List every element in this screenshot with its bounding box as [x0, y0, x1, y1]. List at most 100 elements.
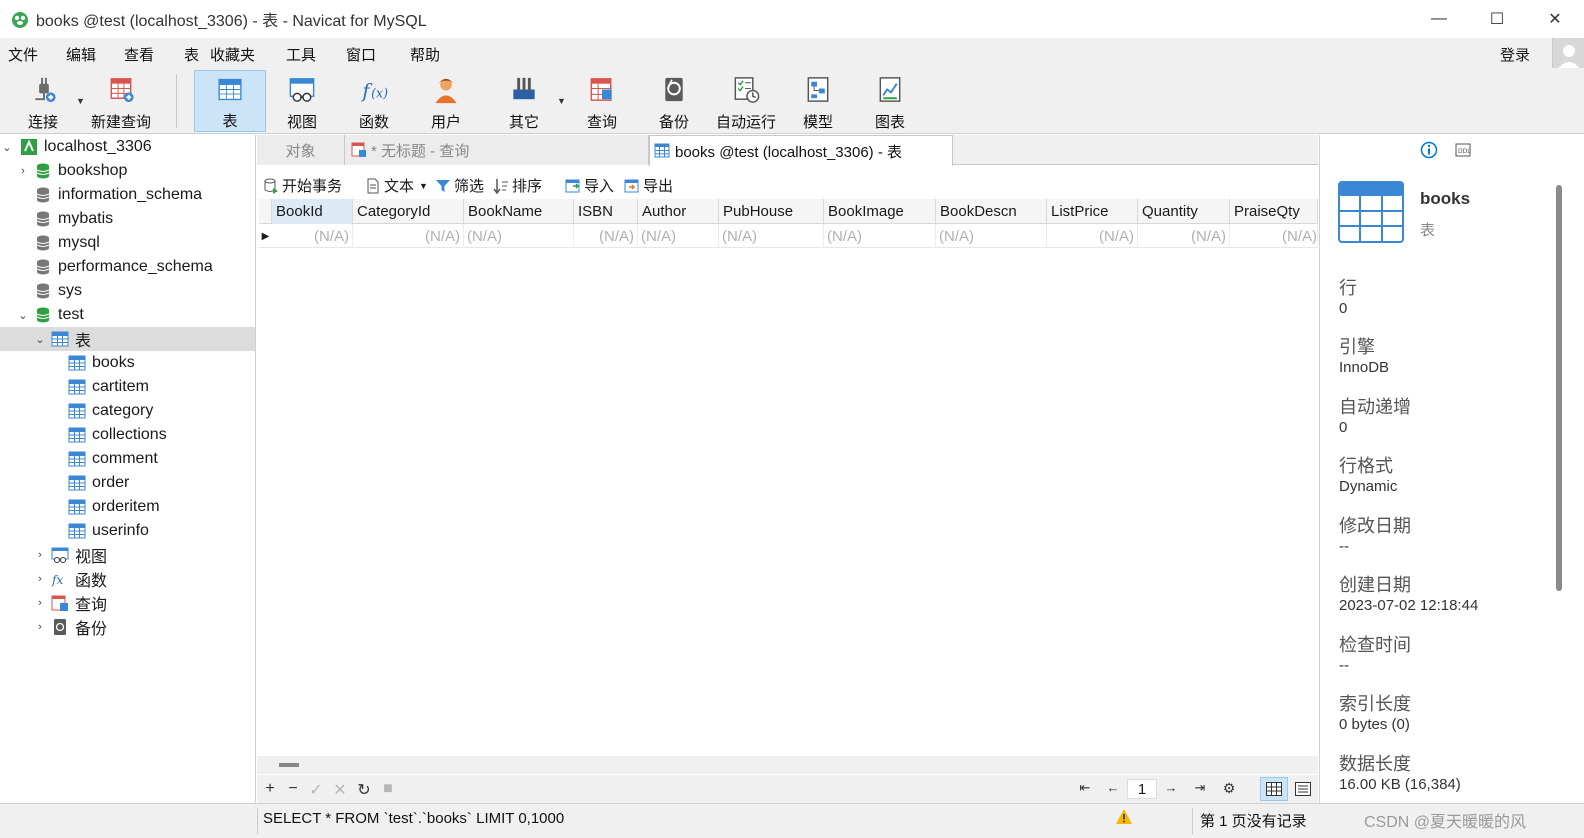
tree-db-mybatis[interactable]: mybatis	[0, 207, 255, 231]
vertical-scrollbar[interactable]	[1556, 185, 1562, 591]
column-header-quantity[interactable]: Quantity	[1138, 199, 1230, 224]
minimize-button[interactable]: —	[1410, 0, 1468, 38]
backup-button[interactable]: 备份	[640, 70, 708, 132]
tree-table-collections[interactable]: collections	[0, 423, 255, 447]
tree-db-test[interactable]: ⌄ test	[0, 303, 255, 327]
grid-cell[interactable]: (N/A)	[824, 224, 936, 248]
last-page-icon[interactable]: ⇥	[1191, 780, 1209, 796]
warning-icon[interactable]	[1115, 808, 1133, 826]
tree-table-category[interactable]: category	[0, 399, 255, 423]
tree-connection-localhost[interactable]: ⌄ localhost_3306	[0, 135, 255, 159]
ddl-icon[interactable]: DDL	[1454, 141, 1472, 159]
filter-button[interactable]: 筛选	[435, 175, 484, 196]
grid-cell[interactable]: (N/A)	[1230, 224, 1318, 248]
connect-dropdown-icon[interactable]: ▼	[76, 96, 85, 106]
column-header-author[interactable]: Author	[638, 199, 719, 224]
grid-cell[interactable]: (N/A)	[719, 224, 824, 248]
refresh-icon[interactable]: ↻	[355, 780, 373, 800]
grid-cell[interactable]: (N/A)	[353, 224, 464, 248]
tree-db-bookshop[interactable]: › bookshop	[0, 159, 255, 183]
chart-button[interactable]: 图表	[856, 70, 924, 132]
tab-books-table[interactable]: books @test (localhost_3306) - 表	[649, 135, 953, 166]
others-button[interactable]: 其它	[490, 70, 558, 132]
grid-view-button[interactable]	[1260, 777, 1288, 801]
tree-table-comment[interactable]: comment	[0, 447, 255, 471]
delete-record-icon[interactable]: −	[284, 780, 302, 798]
text-dropdown-icon[interactable]: ▼	[419, 181, 428, 191]
chevron-down-icon[interactable]: ⌄	[0, 141, 14, 154]
column-header-isbn[interactable]: ISBN	[574, 199, 638, 224]
page-number-input[interactable]: 1	[1127, 779, 1157, 799]
column-header-listprice[interactable]: ListPrice	[1047, 199, 1138, 224]
tab-untitled-query[interactable]: * 无标题 - 查询	[345, 135, 649, 165]
next-page-icon[interactable]: →	[1162, 780, 1180, 795]
column-header-categoryid[interactable]: CategoryId	[353, 199, 464, 224]
tree-folder-tables[interactable]: ⌄ 表	[0, 327, 255, 351]
tree-table-order[interactable]: order	[0, 471, 255, 495]
column-header-bookimage[interactable]: BookImage	[824, 199, 936, 224]
info-icon[interactable]	[1420, 141, 1438, 159]
view-button[interactable]: 视图	[268, 70, 336, 132]
grid-cell[interactable]: (N/A)	[464, 224, 574, 248]
tree-db-sys[interactable]: sys	[0, 279, 255, 303]
form-view-button[interactable]	[1289, 777, 1317, 801]
chevron-right-icon[interactable]: ›	[33, 597, 47, 609]
automation-button[interactable]: 自动运行	[712, 70, 780, 132]
column-header-pubhouse[interactable]: PubHouse	[719, 199, 824, 224]
grid-cell[interactable]: (N/A)	[1047, 224, 1138, 248]
discard-changes-icon[interactable]: ✕	[331, 780, 349, 800]
horizontal-scrollbar[interactable]	[257, 756, 1318, 774]
first-page-icon[interactable]: ⇤	[1076, 780, 1094, 796]
login-button[interactable]: 登录	[1500, 44, 1530, 65]
tree-table-books[interactable]: books	[0, 351, 255, 375]
import-button[interactable]: 导入	[565, 175, 614, 196]
tree-db-mysql[interactable]: mysql	[0, 231, 255, 255]
chevron-right-icon[interactable]: ›	[33, 549, 47, 561]
sort-button[interactable]: 排序	[493, 175, 542, 196]
tree-folder-functions[interactable]: › fx 函数	[0, 567, 255, 591]
model-button[interactable]: 模型	[784, 70, 852, 132]
menu-window[interactable]: 窗口	[346, 44, 376, 65]
column-header-bookid[interactable]: BookId	[272, 199, 353, 224]
others-dropdown-icon[interactable]: ▼	[557, 96, 566, 106]
menu-file[interactable]: 文件	[8, 44, 38, 65]
settings-gear-icon[interactable]: ⚙	[1220, 780, 1238, 797]
menu-favorites[interactable]: 收藏夹	[210, 44, 255, 65]
tree-folder-backups[interactable]: › 备份	[0, 615, 255, 639]
function-button[interactable]: f (x) 函数	[340, 70, 408, 132]
grid-cell[interactable]: (N/A)	[574, 224, 638, 248]
menu-help[interactable]: 帮助	[410, 44, 440, 65]
add-record-icon[interactable]: +	[261, 780, 279, 798]
text-view-button[interactable]: 文本 ▼	[365, 175, 428, 196]
table-button[interactable]: 表	[194, 70, 266, 132]
grid-cell[interactable]: (N/A)	[1138, 224, 1230, 248]
query-button[interactable]: 查询	[568, 70, 636, 132]
begin-transaction-button[interactable]: 开始事务	[263, 175, 342, 196]
chevron-down-icon[interactable]: ⌄	[33, 333, 47, 346]
maximize-button[interactable]: ☐	[1468, 0, 1526, 38]
tree-table-orderitem[interactable]: orderitem	[0, 495, 255, 519]
user-button[interactable]: 用户	[412, 70, 480, 132]
column-header-bookdescn[interactable]: BookDescn	[936, 199, 1047, 224]
tree-table-userinfo[interactable]: userinfo	[0, 519, 255, 543]
avatar[interactable]	[1552, 38, 1584, 70]
menu-view[interactable]: 查看	[124, 44, 154, 65]
export-button[interactable]: 导出	[624, 175, 673, 196]
menu-tools[interactable]: 工具	[286, 44, 316, 65]
connect-button[interactable]: 连接	[12, 70, 74, 132]
tree-table-cartitem[interactable]: cartitem	[0, 375, 255, 399]
scrollbar-thumb[interactable]	[279, 763, 299, 767]
grid-cell[interactable]: (N/A)	[272, 224, 353, 248]
stop-icon[interactable]: ■	[379, 780, 397, 798]
chevron-right-icon[interactable]: ›	[33, 573, 47, 585]
menu-table[interactable]: 表	[184, 44, 199, 65]
close-button[interactable]: ✕	[1526, 0, 1584, 38]
new-query-button[interactable]: 新建查询	[88, 70, 154, 132]
chevron-down-icon[interactable]: ⌄	[16, 309, 30, 322]
tree-db-information-schema[interactable]: information_schema	[0, 183, 255, 207]
chevron-right-icon[interactable]: ›	[33, 621, 47, 633]
apply-changes-icon[interactable]: ✓	[307, 780, 325, 800]
tree-folder-queries[interactable]: › 查询	[0, 591, 255, 615]
grid-cell[interactable]: (N/A)	[936, 224, 1047, 248]
column-header-praiseqty[interactable]: PraiseQty	[1230, 199, 1318, 224]
